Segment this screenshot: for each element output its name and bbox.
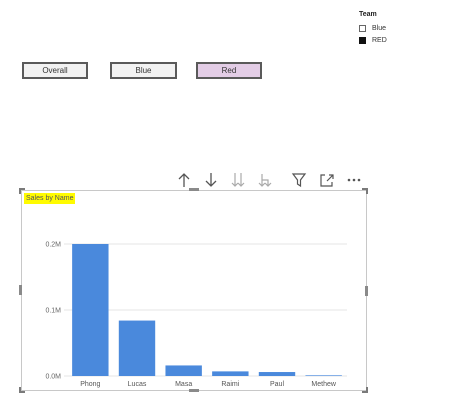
double-arrow-down-icon[interactable] — [230, 171, 246, 189]
checkbox-blue[interactable] — [359, 24, 366, 32]
expand-hierarchy-icon[interactable] — [257, 171, 273, 189]
x-tick-label: Raimi — [221, 381, 239, 388]
resize-handle-left[interactable] — [19, 285, 22, 295]
arrow-up-icon[interactable] — [176, 171, 192, 189]
resize-corner-top-left[interactable] — [19, 188, 25, 194]
more-options-icon[interactable] — [346, 171, 362, 189]
resize-corner-bottom-right[interactable] — [362, 387, 368, 393]
slicer-item-label: RED — [372, 36, 387, 44]
y-tick-label: 0.0M — [45, 374, 61, 381]
red-button[interactable]: Red — [196, 62, 262, 79]
x-tick-label: Methew — [311, 381, 336, 388]
x-tick-label: Masa — [175, 381, 192, 388]
slicer-item-red[interactable]: RED — [359, 34, 387, 46]
bar-paul[interactable] — [258, 372, 296, 376]
bar-methew[interactable] — [305, 375, 342, 376]
resize-handle-top[interactable] — [189, 188, 199, 191]
team-slicer: Team Blue RED — [359, 11, 387, 46]
bar-lucas[interactable] — [118, 320, 156, 376]
bar-phong[interactable] — [72, 244, 109, 376]
bar-chart-visual[interactable]: Sales by Name 0.0M 0.1M 0.2M Phong Lucas Masa… — [21, 190, 367, 391]
focus-mode-icon[interactable] — [319, 171, 335, 189]
resize-corner-bottom-left[interactable] — [19, 387, 25, 393]
arrow-down-icon[interactable] — [203, 171, 219, 189]
slicer-title: Team — [359, 11, 377, 18]
x-tick-label: Phong — [80, 381, 100, 388]
checkbox-red[interactable] — [359, 36, 366, 44]
blue-button[interactable]: Blue — [110, 62, 177, 79]
bar-raimi[interactable] — [212, 371, 249, 376]
resize-handle-right[interactable] — [365, 286, 368, 296]
overall-button[interactable]: Overall — [22, 62, 88, 79]
filter-icon[interactable] — [291, 171, 307, 189]
y-tick-label: 0.2M — [45, 242, 61, 249]
slicer-item-blue[interactable]: Blue — [359, 22, 387, 34]
y-tick-label: 0.1M — [45, 308, 61, 315]
slicer-item-label: Blue — [372, 24, 387, 32]
resize-corner-top-right[interactable] — [362, 188, 368, 194]
resize-handle-bottom[interactable] — [189, 389, 199, 392]
x-tick-label: Paul — [270, 381, 284, 388]
bar-chart: 0.0M 0.1M 0.2M Phong Lucas Masa Raimi Paul Methe… — [45, 242, 347, 388]
x-tick-label: Lucas — [128, 381, 147, 388]
bar-masa[interactable] — [165, 365, 202, 376]
